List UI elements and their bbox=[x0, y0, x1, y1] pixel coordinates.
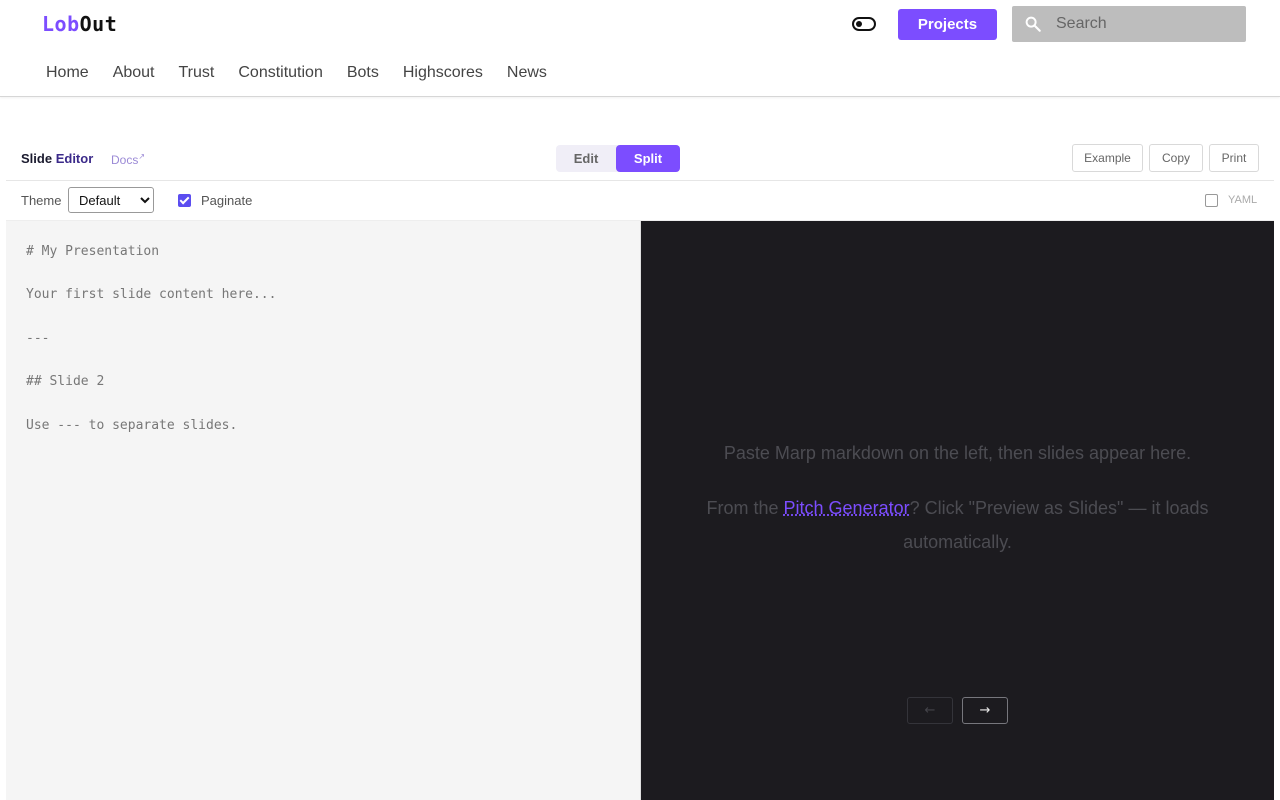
theme-toggle-icon[interactable] bbox=[852, 17, 876, 31]
nav-trust[interactable]: Trust bbox=[179, 64, 215, 82]
mode-edit[interactable]: Edit bbox=[556, 145, 616, 172]
yaml-label: YAML bbox=[1228, 194, 1258, 206]
mode-split[interactable]: Split bbox=[616, 145, 680, 172]
pitch-generator-link[interactable]: Pitch Generator bbox=[784, 498, 910, 518]
site-logo[interactable]: LobOut bbox=[42, 12, 117, 36]
docs-label: Docs bbox=[111, 153, 139, 167]
title-editor: Editor bbox=[55, 151, 94, 166]
nav-constitution[interactable]: Constitution bbox=[238, 64, 323, 82]
nav-news[interactable]: News bbox=[507, 64, 547, 82]
top-header: LobOut Projects Home About Trust Constit… bbox=[0, 0, 1280, 97]
title-slide: Slide bbox=[21, 151, 53, 166]
view-mode-switch: Edit Split bbox=[556, 145, 680, 172]
hint-prefix: From the bbox=[706, 498, 784, 518]
nav-about[interactable]: About bbox=[113, 64, 155, 82]
example-button[interactable]: Example bbox=[1072, 144, 1143, 172]
nav-home[interactable]: Home bbox=[46, 64, 89, 82]
paginate-checkbox[interactable] bbox=[178, 194, 191, 207]
toggle-knob bbox=[856, 21, 862, 27]
editor-title: Slide Editor bbox=[21, 151, 93, 166]
markdown-text[interactable]: # My Presentation Your first slide conte… bbox=[26, 241, 276, 436]
preview-hint: From the Pitch Generator? Click "Preview… bbox=[681, 491, 1234, 559]
paginate-label: Paginate bbox=[201, 193, 253, 208]
prev-slide-button[interactable]: ← bbox=[907, 697, 953, 724]
search-input[interactable] bbox=[1056, 6, 1242, 42]
search-icon bbox=[1025, 16, 1041, 32]
main-nav: Home About Trust Constitution Bots Highs… bbox=[46, 64, 571, 82]
projects-button[interactable]: Projects bbox=[898, 9, 997, 40]
copy-button[interactable]: Copy bbox=[1149, 144, 1203, 172]
logo-part-lob: Lob bbox=[42, 12, 80, 36]
logo-part-out: Out bbox=[79, 12, 118, 36]
print-button[interactable]: Print bbox=[1209, 144, 1259, 172]
markdown-editor[interactable]: # My Presentation Your first slide conte… bbox=[6, 221, 641, 800]
preview-message: Paste Marp markdown on the left, then sl… bbox=[723, 443, 1192, 463]
docs-link[interactable]: Docs↗ bbox=[111, 152, 145, 167]
nav-bots[interactable]: Bots bbox=[347, 64, 379, 82]
next-slide-button[interactable]: → bbox=[962, 697, 1008, 724]
external-link-icon: ↗ bbox=[138, 152, 146, 161]
nav-highscores[interactable]: Highscores bbox=[403, 64, 483, 82]
slide-editor: Slide Editor Docs↗ Edit Split Example Co… bbox=[6, 137, 1274, 800]
theme-label: Theme bbox=[21, 193, 62, 208]
editor-toolbar: Slide Editor Docs↗ Edit Split Example Co… bbox=[6, 137, 1274, 181]
search-box bbox=[1012, 6, 1246, 42]
theme-select[interactable]: Default bbox=[68, 187, 154, 213]
slide-preview: Paste Marp markdown on the left, then sl… bbox=[641, 221, 1274, 800]
yaml-checkbox[interactable] bbox=[1205, 194, 1218, 207]
options-bar: Theme Default Paginate YAML bbox=[6, 181, 1274, 221]
hint-suffix: ? Click "Preview as Slides" — it loads a… bbox=[903, 498, 1209, 552]
